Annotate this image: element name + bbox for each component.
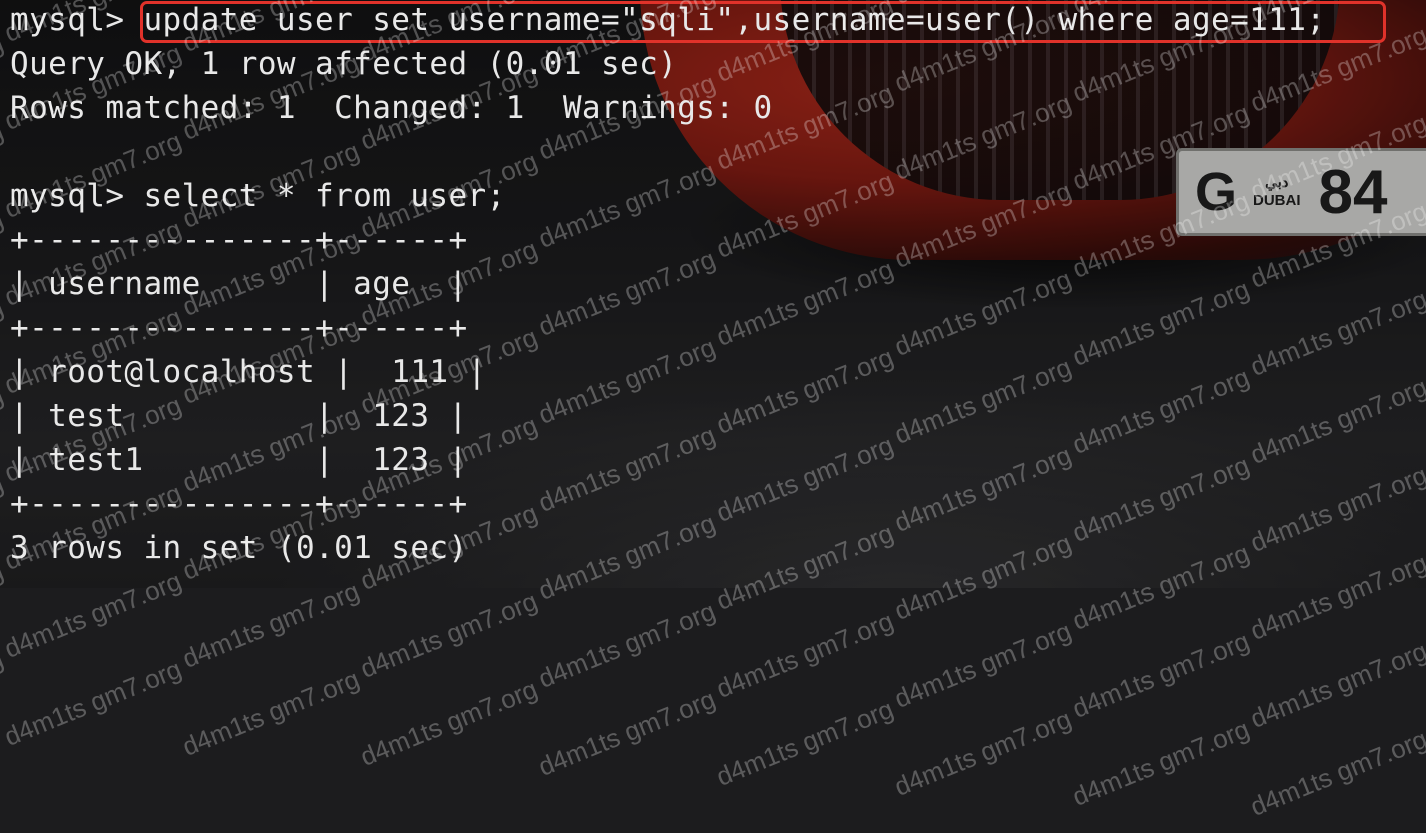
table-border-line: +---------------+------+ — [10, 310, 468, 346]
table-border-line: +---------------+------+ — [10, 486, 468, 522]
command-highlight-box — [140, 1, 1386, 43]
table-row: | test1 | 123 | — [10, 442, 468, 478]
watermark-text: d4m1ts gm7.org — [356, 585, 542, 684]
watermark-text: d4m1ts gm7.org — [1068, 625, 1254, 724]
watermark-text: d4m1ts gm7.org — [356, 673, 542, 772]
table-row: | root@localhost | 111 | — [10, 354, 487, 390]
watermark-text: d4m1ts gm7.org — [712, 693, 898, 792]
watermark-text: d4m1ts gm7.org — [178, 575, 364, 674]
watermark-text: d4m1ts gm7.org — [712, 605, 898, 704]
watermark-text: d4m1ts gm7.org — [534, 595, 720, 694]
terminal-output[interactable]: mysql> update user set username="sqli",u… — [0, 0, 1426, 588]
terminal-line: Rows matched: 1 Changed: 1 Warnings: 0 — [10, 90, 773, 126]
watermark-text: d4m1ts gm7.org — [890, 703, 1076, 802]
watermark-text: d4m1ts gm7.org — [890, 615, 1076, 714]
watermark-text: d4m1ts gm7.org — [0, 653, 186, 752]
watermark-text: d4m1ts gm7.org — [178, 663, 364, 762]
terminal-line: 3 rows in set (0.01 sec) — [10, 530, 468, 566]
watermark-text: d4m1ts gm7.org — [534, 683, 720, 782]
terminal-line: mysql> select * from user; — [10, 178, 506, 214]
watermark-text: d4m1ts gm7.org — [0, 643, 8, 742]
table-row: | test | 123 | — [10, 398, 468, 434]
table-border-line: +---------------+------+ — [10, 222, 468, 258]
watermark-text: d4m1ts gm7.org — [1246, 723, 1426, 822]
table-header-row: | username | age | — [10, 266, 468, 302]
watermark-text: d4m1ts gm7.org — [1246, 635, 1426, 734]
watermark-text: d4m1ts gm7.org — [1068, 713, 1254, 812]
terminal-line: Query OK, 1 row affected (0.01 sec) — [10, 46, 678, 82]
